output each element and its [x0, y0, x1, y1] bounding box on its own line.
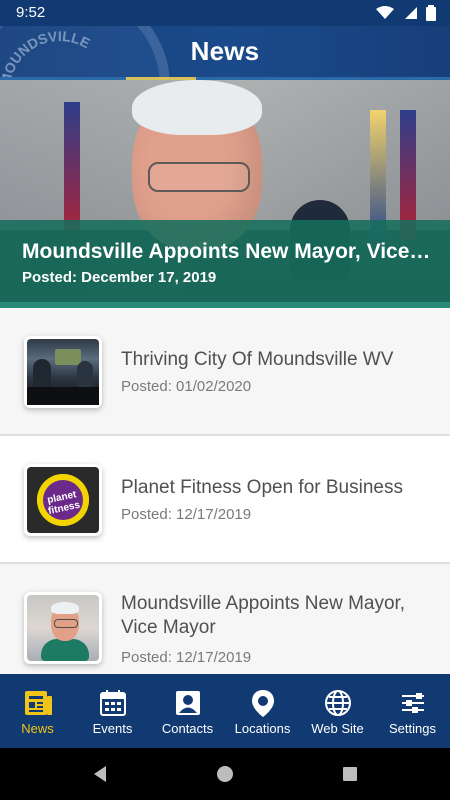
- nav-item-contacts[interactable]: Contacts: [150, 674, 225, 748]
- nav-label: News: [21, 721, 54, 736]
- list-item[interactable]: planet fitness Planet Fitness Open for B…: [0, 436, 450, 564]
- mayor-glasses-image: [54, 619, 78, 628]
- tv-desk-image: [27, 387, 99, 405]
- list-item[interactable]: Thriving City Of Moundsville WV Posted: …: [0, 308, 450, 436]
- status-bar: 9:52: [0, 0, 450, 26]
- news-title: Planet Fitness Open for Business: [121, 477, 403, 498]
- news-title: Thriving City Of Moundsville WV: [121, 349, 394, 370]
- tv-interview-thumbnail: [27, 339, 99, 405]
- news-date: Posted: 12/17/2019: [121, 649, 252, 666]
- news-title: Moundsville Appoints New Mayor, Vice May…: [121, 593, 406, 638]
- tv-person-image: [33, 359, 51, 387]
- settings-sliders-icon: [398, 688, 428, 718]
- news-thumbnail: planet fitness: [24, 464, 102, 536]
- tv-person-image: [77, 361, 93, 387]
- mayor-glasses-image: [148, 162, 250, 192]
- featured-title: Moundsville Appoints New Mayor, Vice ...: [22, 240, 432, 263]
- nav-label: Events: [92, 721, 133, 736]
- signal-icon: [402, 6, 418, 25]
- home-icon[interactable]: [215, 764, 235, 784]
- news-thumbnail: [24, 336, 102, 408]
- mayor-thumbnail: [27, 595, 99, 661]
- globe-icon: [323, 688, 353, 718]
- nav-label: Settings: [389, 721, 436, 736]
- recents-icon[interactable]: [340, 764, 360, 784]
- news-date: Posted: 01/02/2020: [121, 378, 252, 395]
- app-header: MOUNDSVILLE News: [0, 26, 450, 80]
- bottom-navigation: News Events Contacts Locations Web Site …: [0, 674, 450, 748]
- mayor-hair-image: [51, 602, 79, 614]
- news-list[interactable]: Thriving City Of Moundsville WV Posted: …: [0, 308, 450, 674]
- page-title: News: [190, 36, 260, 66]
- news-date: Posted: 12/17/2019: [121, 506, 252, 523]
- planet-fitness-thumbnail: planet fitness: [27, 467, 99, 533]
- mayor-hair-image: [132, 80, 262, 135]
- contacts-icon: [173, 688, 203, 718]
- nav-item-settings[interactable]: Settings: [375, 674, 450, 748]
- battery-icon: [426, 5, 436, 26]
- featured-news-card[interactable]: Moundsville Appoints New Mayor, Vice ...…: [0, 80, 450, 308]
- nav-item-website[interactable]: Web Site: [300, 674, 375, 748]
- nav-item-events[interactable]: Events: [75, 674, 150, 748]
- nav-label: Locations: [234, 721, 291, 736]
- news-icon: [23, 688, 53, 718]
- featured-caption-overlay: [0, 220, 450, 308]
- mayor-body-image: [41, 639, 89, 661]
- news-thumbnail: [24, 592, 102, 664]
- nav-item-locations[interactable]: Locations: [225, 674, 300, 748]
- wifi-icon: [376, 6, 394, 25]
- featured-date: Posted: December 17, 2019: [22, 269, 217, 286]
- list-item[interactable]: Moundsville Appoints New Mayor, Vice May…: [0, 564, 450, 674]
- tv-screen-image: [55, 349, 81, 365]
- nav-label: Contacts: [161, 721, 214, 736]
- status-icons: [376, 5, 436, 26]
- android-navigation-bar: [0, 748, 450, 800]
- back-icon[interactable]: [90, 764, 110, 784]
- status-time: 9:52: [16, 4, 46, 21]
- calendar-icon: [98, 688, 128, 718]
- nav-item-news[interactable]: News: [0, 674, 75, 748]
- location-pin-icon: [248, 688, 278, 718]
- nav-label: Web Site: [311, 721, 364, 736]
